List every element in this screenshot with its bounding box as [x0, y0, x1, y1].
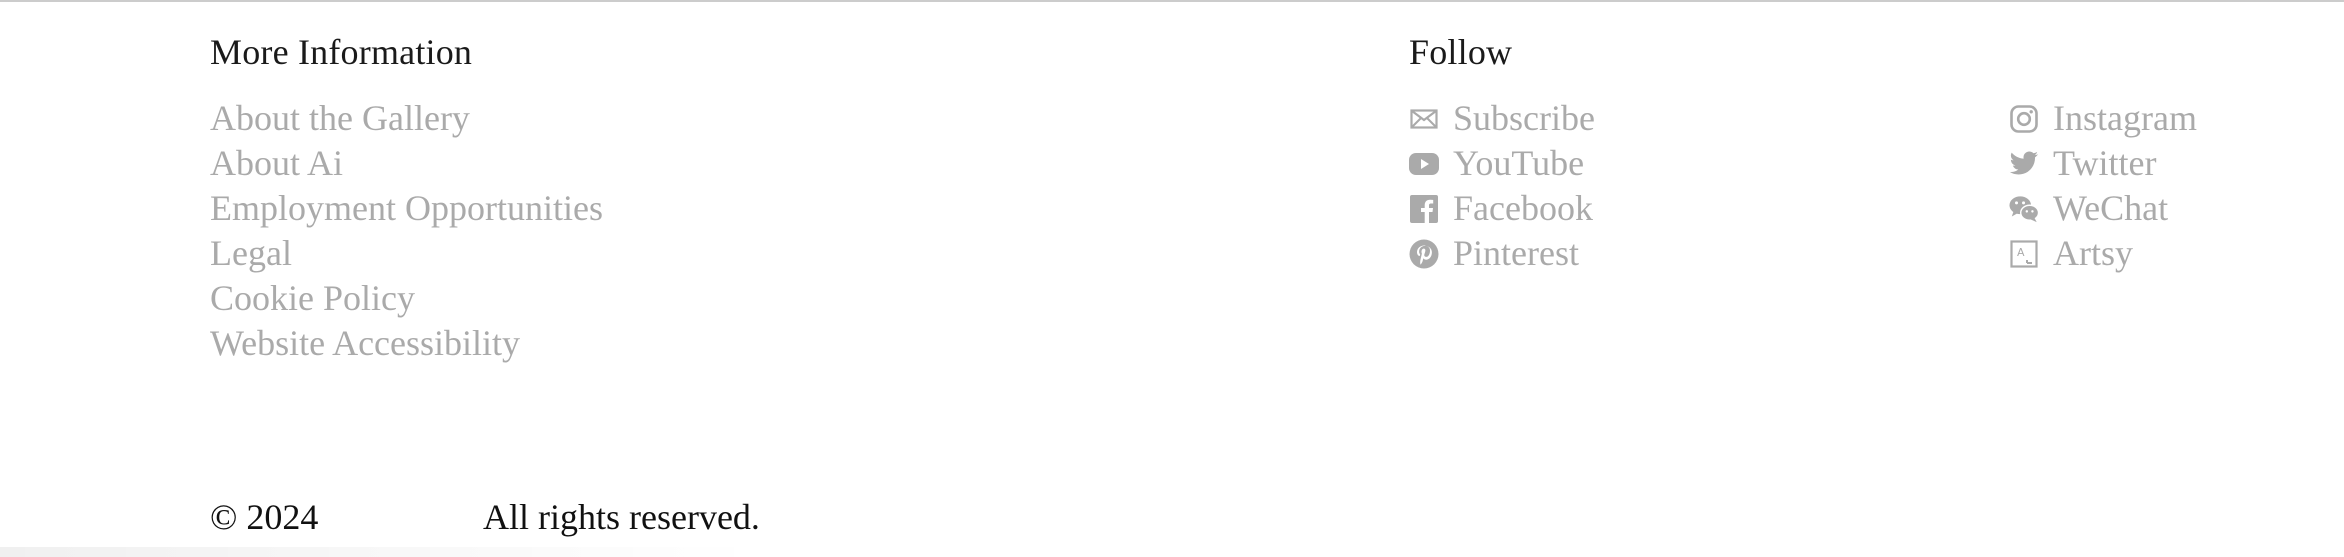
link-about-ai[interactable]: About Ai — [210, 141, 603, 186]
link-label: Cookie Policy — [210, 278, 415, 318]
instagram-icon — [2009, 104, 2039, 134]
follow-section: Follow Subscribe YouTube Facebook Pinter… — [1409, 30, 1595, 276]
link-label: Website Accessibility — [210, 323, 521, 363]
pinterest-icon — [1409, 239, 1439, 269]
follow-links-left: Subscribe YouTube Facebook Pinterest — [1409, 96, 1595, 276]
more-information-links: About the Gallery About Ai Employment Op… — [210, 96, 603, 366]
envelope-icon — [1409, 104, 1439, 134]
more-information-heading: More Information — [210, 32, 473, 72]
bottom-shadow — [0, 547, 760, 557]
link-legal[interactable]: Legal — [210, 231, 603, 276]
link-label: About the Gallery — [210, 98, 470, 138]
rights-reserved-text: All rights reserved. — [483, 497, 760, 537]
link-facebook[interactable]: Facebook — [1409, 186, 1595, 231]
follow-heading: Follow — [1409, 32, 1513, 72]
link-label: YouTube — [1453, 143, 1585, 183]
link-wechat[interactable]: WeChat — [2009, 186, 2197, 231]
link-subscribe[interactable]: Subscribe — [1409, 96, 1595, 141]
link-label: Employment Opportunities — [210, 188, 603, 228]
link-label: About Ai — [210, 143, 344, 183]
copyright-text: © 2024 — [210, 497, 319, 537]
link-label: Pinterest — [1453, 233, 1579, 273]
link-youtube[interactable]: YouTube — [1409, 141, 1595, 186]
link-label: Instagram — [2053, 98, 2197, 138]
link-label: Facebook — [1453, 188, 1593, 228]
link-label: WeChat — [2053, 188, 2169, 228]
link-employment-opportunities[interactable]: Employment Opportunities — [210, 186, 603, 231]
link-label: Subscribe — [1453, 98, 1595, 138]
wechat-icon — [2009, 194, 2039, 224]
top-divider — [0, 0, 2344, 2]
artsy-icon: A — [2009, 239, 2039, 269]
link-instagram[interactable]: Instagram — [2009, 96, 2197, 141]
link-cookie-policy[interactable]: Cookie Policy — [210, 276, 603, 321]
link-pinterest[interactable]: Pinterest — [1409, 231, 1595, 276]
link-label: Twitter — [2053, 143, 2157, 183]
follow-section-right: Instagram Twitter WeChat A Artsy — [2009, 96, 2197, 276]
svg-text:A: A — [2017, 246, 2025, 259]
youtube-icon — [1409, 149, 1439, 179]
link-artsy[interactable]: A Artsy — [2009, 231, 2197, 276]
link-label: Artsy — [2053, 233, 2133, 273]
more-information-section: More Information About the Gallery About… — [210, 30, 603, 366]
follow-links-right: Instagram Twitter WeChat A Artsy — [2009, 96, 2197, 276]
twitter-icon — [2009, 149, 2039, 179]
link-label: Legal — [210, 233, 292, 273]
link-website-accessibility[interactable]: Website Accessibility — [210, 321, 603, 366]
facebook-icon — [1409, 194, 1439, 224]
link-about-the-gallery[interactable]: About the Gallery — [210, 96, 603, 141]
link-twitter[interactable]: Twitter — [2009, 141, 2197, 186]
